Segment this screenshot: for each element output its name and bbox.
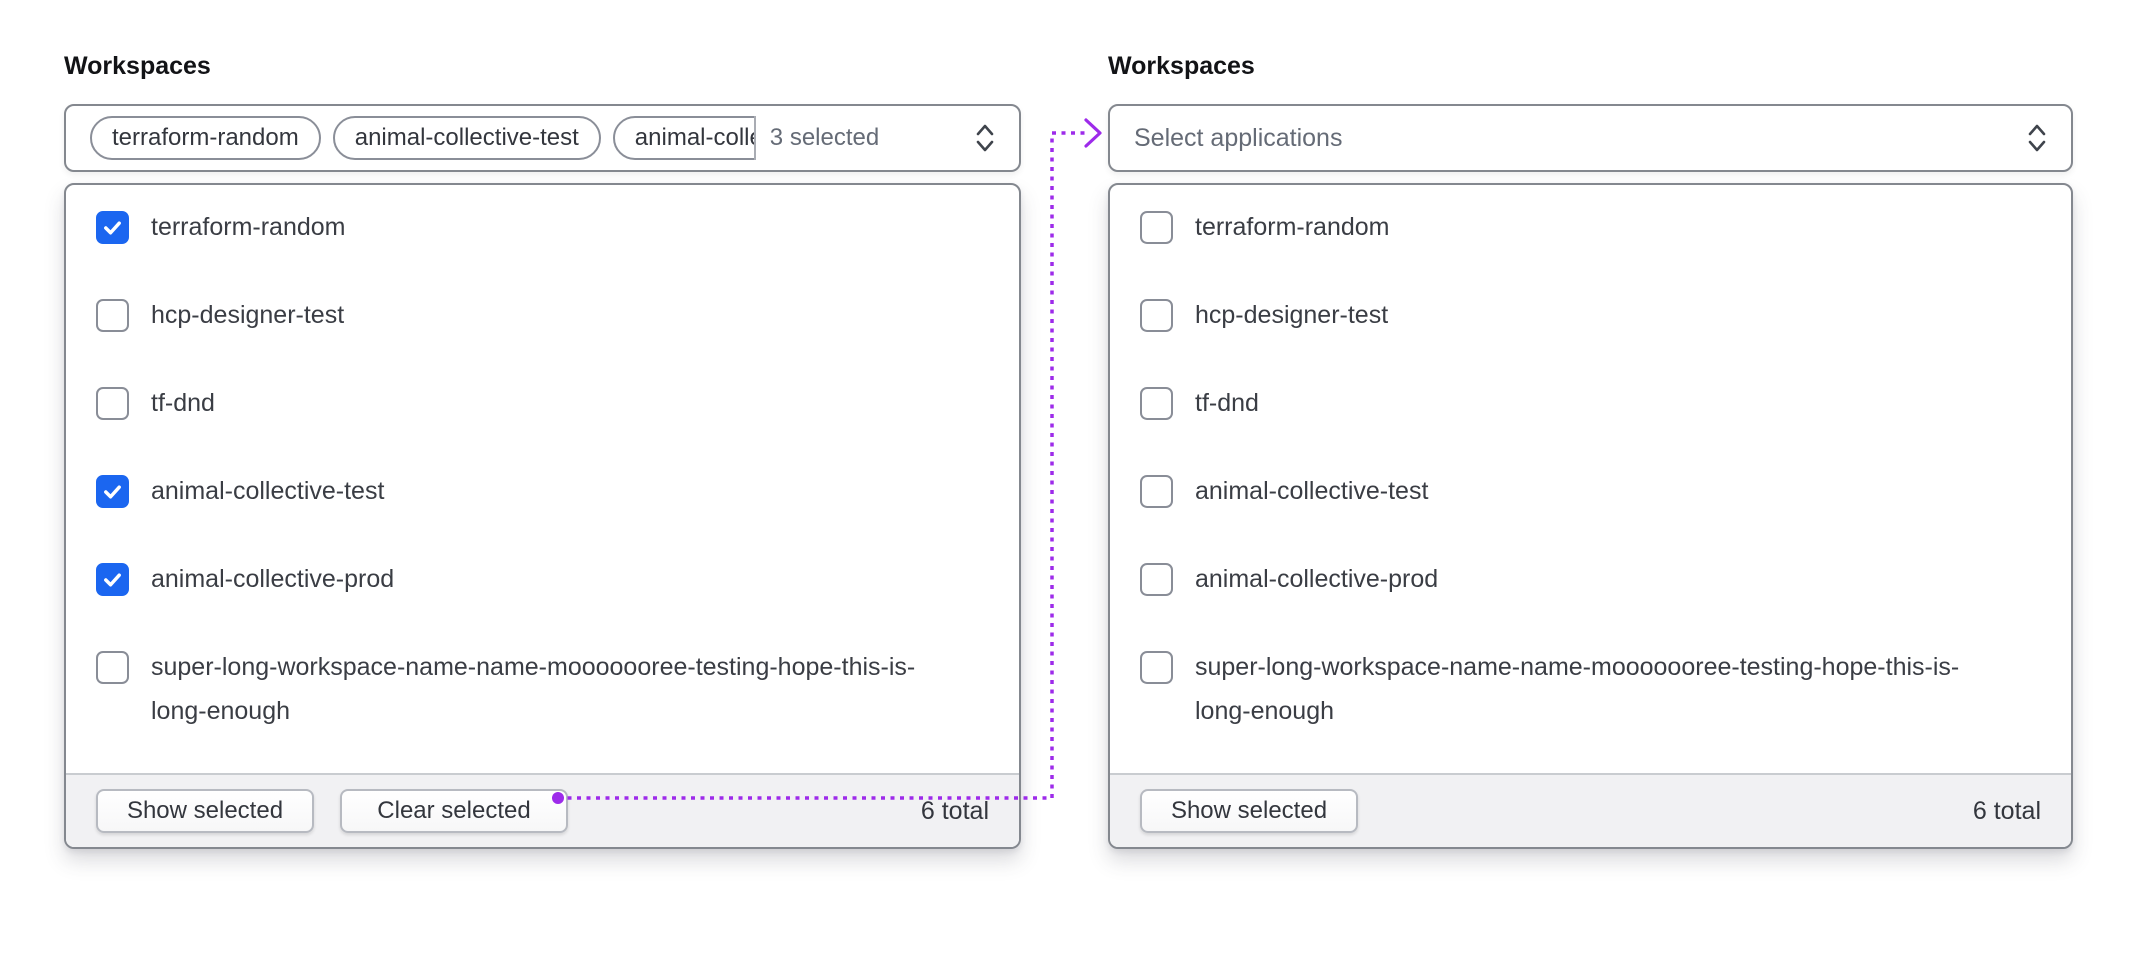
checkbox[interactable]: [1140, 299, 1173, 332]
multiselect-trigger[interactable]: terraform-random animal-collective-test …: [64, 104, 1021, 172]
multiselect-left: Workspaces terraform-random animal-colle…: [64, 52, 1021, 849]
workspace-option-label: super-long-workspace-name-name-moooooore…: [151, 645, 951, 733]
checkbox[interactable]: [96, 387, 129, 420]
chevron-up-down-icon[interactable]: [971, 121, 999, 155]
workspace-option-label: hcp-designer-test: [1195, 293, 1388, 337]
workspace-option-label: hcp-designer-test: [151, 293, 344, 337]
workspace-option-label: animal-collective-test: [151, 469, 384, 513]
option-list: terraform-random hcp-designer-test tf-dn…: [1110, 185, 2071, 773]
checkbox[interactable]: [1140, 651, 1173, 684]
workspace-option[interactable]: terraform-random: [1140, 205, 2041, 249]
workspace-option-label: animal-collective-prod: [151, 557, 394, 601]
workspace-option[interactable]: hcp-designer-test: [96, 293, 989, 337]
checkbox[interactable]: [1140, 387, 1173, 420]
field-label: Workspaces: [64, 52, 1021, 80]
workspace-option[interactable]: animal-collective-prod: [96, 557, 989, 601]
workspace-option[interactable]: animal-collective-test: [96, 469, 989, 513]
checkbox[interactable]: [96, 475, 129, 508]
workspace-option-label: tf-dnd: [151, 381, 215, 425]
checkbox[interactable]: [96, 299, 129, 332]
workspace-option-label: terraform-random: [1195, 205, 1390, 249]
checkbox[interactable]: [1140, 475, 1173, 508]
listbox-footer: Show selected Clear selected 6 total: [66, 773, 1019, 847]
listbox-footer: Show selected 6 total: [1110, 773, 2071, 847]
total-count-label: 6 total: [921, 797, 989, 826]
workspace-option[interactable]: tf-dnd: [96, 381, 989, 425]
multiselect-trigger[interactable]: Select applications: [1108, 104, 2073, 172]
checkbox[interactable]: [1140, 563, 1173, 596]
checkbox[interactable]: [96, 563, 129, 596]
workspace-option-label: animal-collective-test: [1195, 469, 1428, 513]
checkbox[interactable]: [96, 211, 129, 244]
listbox-panel: terraform-random hcp-designer-test tf-dn…: [64, 183, 1021, 849]
multiselect-right: Workspaces Select applications terraform…: [1108, 52, 2073, 849]
selected-tag[interactable]: animal-collective-prod: [613, 116, 756, 160]
workspace-option-label: animal-collective-prod: [1195, 557, 1438, 601]
workspace-option[interactable]: animal-collective-prod: [1140, 557, 2041, 601]
total-count-label: 6 total: [1973, 797, 2041, 826]
checkbox[interactable]: [1140, 211, 1173, 244]
workspace-option-label: tf-dnd: [1195, 381, 1259, 425]
workspace-option[interactable]: hcp-designer-test: [1140, 293, 2041, 337]
show-selected-button[interactable]: Show selected: [1140, 789, 1358, 833]
workspace-option[interactable]: animal-collective-test: [1140, 469, 2041, 513]
workspace-option[interactable]: tf-dnd: [1140, 381, 2041, 425]
select-placeholder: Select applications: [1134, 124, 1342, 153]
show-selected-button[interactable]: Show selected: [96, 789, 314, 833]
selected-tag[interactable]: animal-collective-test: [333, 116, 601, 160]
workspace-option[interactable]: terraform-random: [96, 205, 989, 249]
chevron-up-down-icon[interactable]: [2023, 121, 2051, 155]
clear-selected-button[interactable]: Clear selected: [340, 789, 568, 833]
option-list: terraform-random hcp-designer-test tf-dn…: [66, 185, 1019, 773]
selected-tag-clipped-wrapper: animal-collective-prod: [613, 116, 756, 160]
workspace-option-label: terraform-random: [151, 205, 346, 249]
workspace-option[interactable]: super-long-workspace-name-name-moooooore…: [1140, 645, 2041, 733]
selected-tag[interactable]: terraform-random: [90, 116, 321, 160]
field-label: Workspaces: [1108, 52, 2073, 80]
listbox-panel: terraform-random hcp-designer-test tf-dn…: [1108, 183, 2073, 849]
checkbox[interactable]: [96, 651, 129, 684]
workspace-option[interactable]: super-long-workspace-name-name-moooooore…: [96, 645, 989, 733]
selected-count-label: 3 selected: [770, 124, 879, 152]
workspace-option-label: super-long-workspace-name-name-moooooore…: [1195, 645, 1995, 733]
